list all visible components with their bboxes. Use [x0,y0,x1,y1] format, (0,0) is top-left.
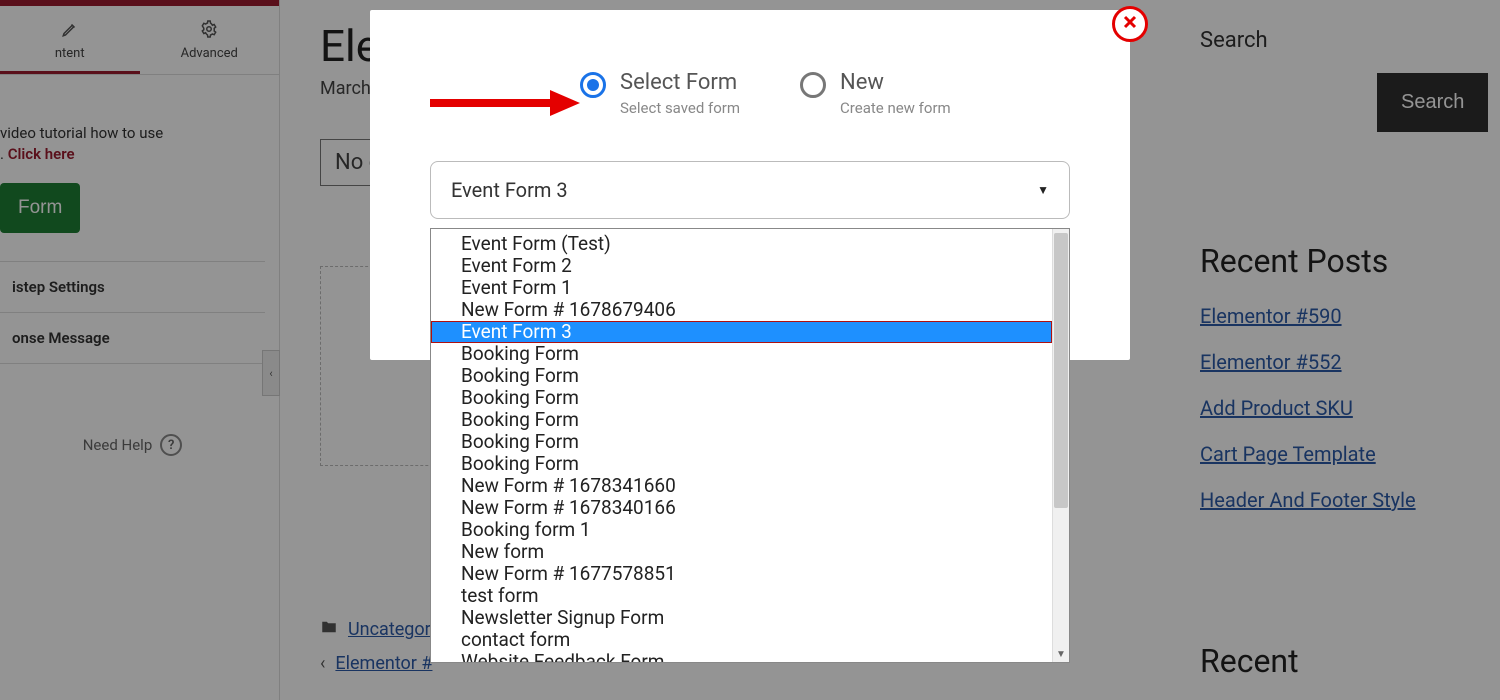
annotation-arrow [430,88,580,118]
form-select-listbox: Event Form (Test)Event Form 2Event Form … [430,228,1070,663]
form-option[interactable]: Booking Form [431,365,1052,387]
radio-new-form-title: New [840,70,951,95]
form-option[interactable]: Booking Form [431,453,1052,475]
form-select-value: Event Form 3 [451,178,568,202]
radio-icon [580,72,606,98]
listbox-scrollbar[interactable]: ▼ [1052,229,1069,662]
form-option[interactable]: Event Form 3 [431,321,1052,343]
scroll-down-icon[interactable]: ▼ [1053,646,1069,662]
form-option[interactable]: Booking Form [431,431,1052,453]
close-icon [1122,14,1138,34]
radio-icon [800,72,826,98]
chevron-down-icon: ▼ [1037,183,1049,197]
close-button[interactable] [1112,6,1148,42]
form-option[interactable]: Website Feedback Form [431,651,1052,662]
form-options-list: Event Form (Test)Event Form 2Event Form … [431,229,1052,662]
form-option[interactable]: Newsletter Signup Form [431,607,1052,629]
form-option[interactable]: Event Form 1 [431,277,1052,299]
form-option[interactable]: New Form # 1678340166 [431,497,1052,519]
form-option[interactable]: Event Form 2 [431,255,1052,277]
radio-new-form[interactable]: New Create new form [800,70,951,117]
radio-select-form-sub: Select saved form [620,99,740,117]
form-option[interactable]: New Form # 1677578851 [431,563,1052,585]
radio-select-form-title: Select Form [620,70,740,95]
scrollbar-thumb[interactable] [1054,233,1068,508]
form-option[interactable]: Event Form (Test) [431,233,1052,255]
form-option[interactable]: Booking form 1 [431,519,1052,541]
form-option[interactable]: Booking Form [431,343,1052,365]
form-option[interactable]: Booking Form [431,387,1052,409]
form-option[interactable]: New form [431,541,1052,563]
form-option[interactable]: Booking Form [431,409,1052,431]
form-option[interactable]: New Form # 1678679406 [431,299,1052,321]
radio-new-form-sub: Create new form [840,99,951,117]
form-select-dropdown[interactable]: Event Form 3 ▼ [430,161,1070,219]
form-option[interactable]: contact form [431,629,1052,651]
form-option[interactable]: test form [431,585,1052,607]
form-option[interactable]: New Form # 1678341660 [431,475,1052,497]
radio-select-form[interactable]: Select Form Select saved form [580,70,740,117]
